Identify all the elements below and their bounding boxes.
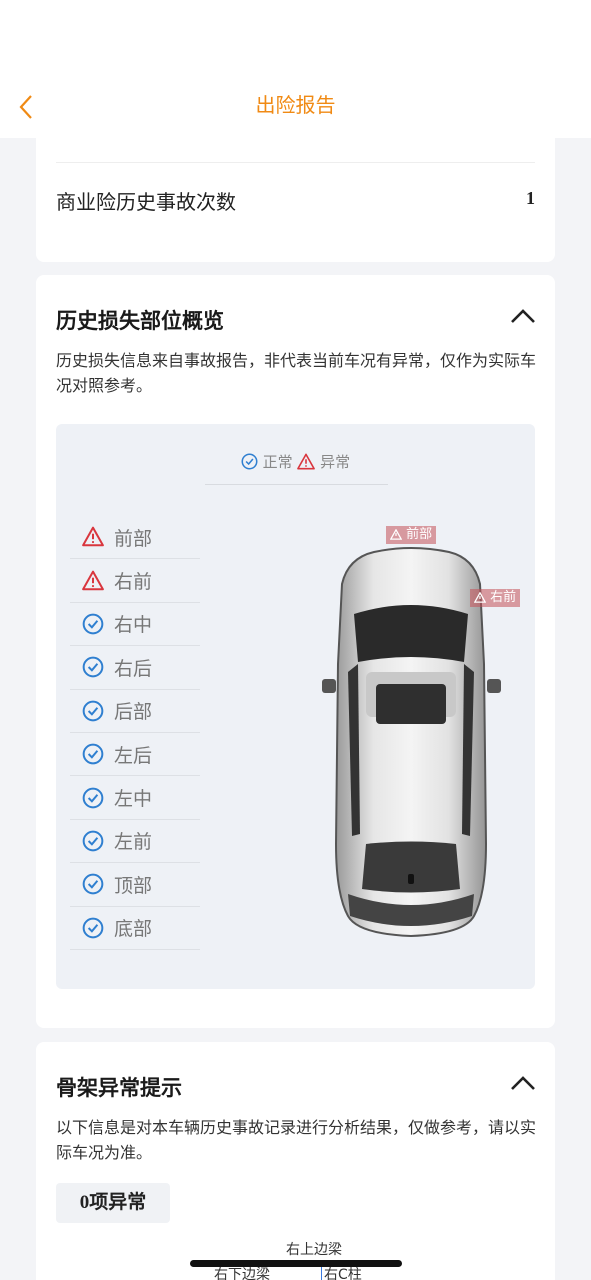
damage-part-item: 右后	[70, 646, 200, 690]
legend-abnormal: 异常	[320, 453, 351, 471]
accident-count-value: 1	[526, 188, 535, 208]
check-circle-icon	[82, 657, 104, 678]
warning-icon	[82, 526, 104, 547]
accident-count-label: 商业险历史事故次数	[56, 190, 236, 214]
damage-part-item: 左中	[70, 776, 200, 820]
car-tag-right-front: 右前	[470, 589, 521, 607]
page-title: 出险报告	[255, 93, 336, 117]
damage-part-label: 右后	[114, 657, 153, 680]
legend-divider	[205, 484, 388, 485]
section-description: 历史损失信息来自事故报告，非代表当前车况有异常，仅作为实际车况对照参考。	[56, 351, 537, 395]
damage-part-label: 右前	[114, 571, 153, 594]
section-description: 以下信息是对本车辆历史事故记录进行分析结果，仅做参考，请以实际车况为准。	[56, 1118, 537, 1162]
damage-part-label: 底部	[114, 918, 153, 941]
check-circle-icon	[82, 873, 104, 895]
check-circle-icon	[82, 700, 104, 722]
check-circle-icon	[82, 613, 104, 635]
warning-icon	[473, 591, 487, 603]
section-title: 骨架异常提示	[56, 1076, 182, 1100]
damage-part-item: 右中	[70, 603, 200, 647]
warning-icon	[389, 528, 403, 540]
damage-part-item: 前部	[70, 516, 200, 560]
chevron-up-icon[interactable]	[509, 307, 537, 325]
summary-card: 商业险历史事故次数 1	[36, 130, 555, 262]
car-tag-label: 前部	[406, 527, 433, 542]
skeleton-card: 骨架异常提示 以下信息是对本车辆历史事故记录进行分析结果，仅做参考，请以实际车况…	[36, 1042, 555, 1280]
damage-part-label: 后部	[114, 701, 153, 724]
chevron-up-icon[interactable]	[509, 1074, 537, 1092]
skeleton-label: 右上边梁	[286, 1242, 342, 1258]
damage-part-label: 左中	[114, 788, 153, 811]
warning-icon	[82, 570, 104, 590]
damage-part-label: 左后	[114, 744, 153, 767]
section-title: 历史损失部位概览	[56, 309, 224, 333]
damage-part-item: 后部	[70, 690, 200, 733]
divider	[56, 162, 535, 163]
car-tag-label: 右前	[490, 590, 517, 605]
home-indicator	[190, 1260, 402, 1267]
check-circle-icon	[82, 743, 104, 765]
damage-part-label: 前部	[114, 527, 153, 550]
damage-part-item: 左后	[70, 733, 200, 777]
damage-part-item: 左前	[70, 820, 200, 864]
damage-part-item: 底部	[70, 907, 200, 950]
legend: 正常 异常	[56, 451, 535, 472]
damage-panel: 正常 异常 前部 右前 右中 右后 后部 左后 左中 左前 顶部 底部 前部 右…	[56, 424, 535, 989]
check-circle-icon	[241, 453, 258, 470]
legend-normal: 正常	[262, 453, 293, 471]
check-circle-icon	[82, 917, 104, 939]
warning-icon	[297, 453, 316, 470]
top-bar: 出险报告	[0, 0, 591, 138]
check-circle-icon	[82, 787, 104, 808]
car-tag-front: 前部	[386, 526, 437, 544]
parts-list: 前部右前右中右后后部左后左中左前顶部底部	[70, 516, 200, 950]
check-circle-icon	[82, 830, 104, 852]
abnormal-count-badge: 0项异常	[56, 1183, 170, 1223]
damage-part-label: 右中	[114, 614, 153, 637]
damage-overview-card: 历史损失部位概览 历史损失信息来自事故报告，非代表当前车况有异常，仅作为实际车况…	[36, 275, 555, 1028]
damage-part-label: 顶部	[114, 874, 153, 897]
damage-part-item: 顶部	[70, 863, 200, 907]
damage-part-item: 右前	[70, 559, 200, 603]
damage-part-label: 左前	[114, 831, 153, 854]
